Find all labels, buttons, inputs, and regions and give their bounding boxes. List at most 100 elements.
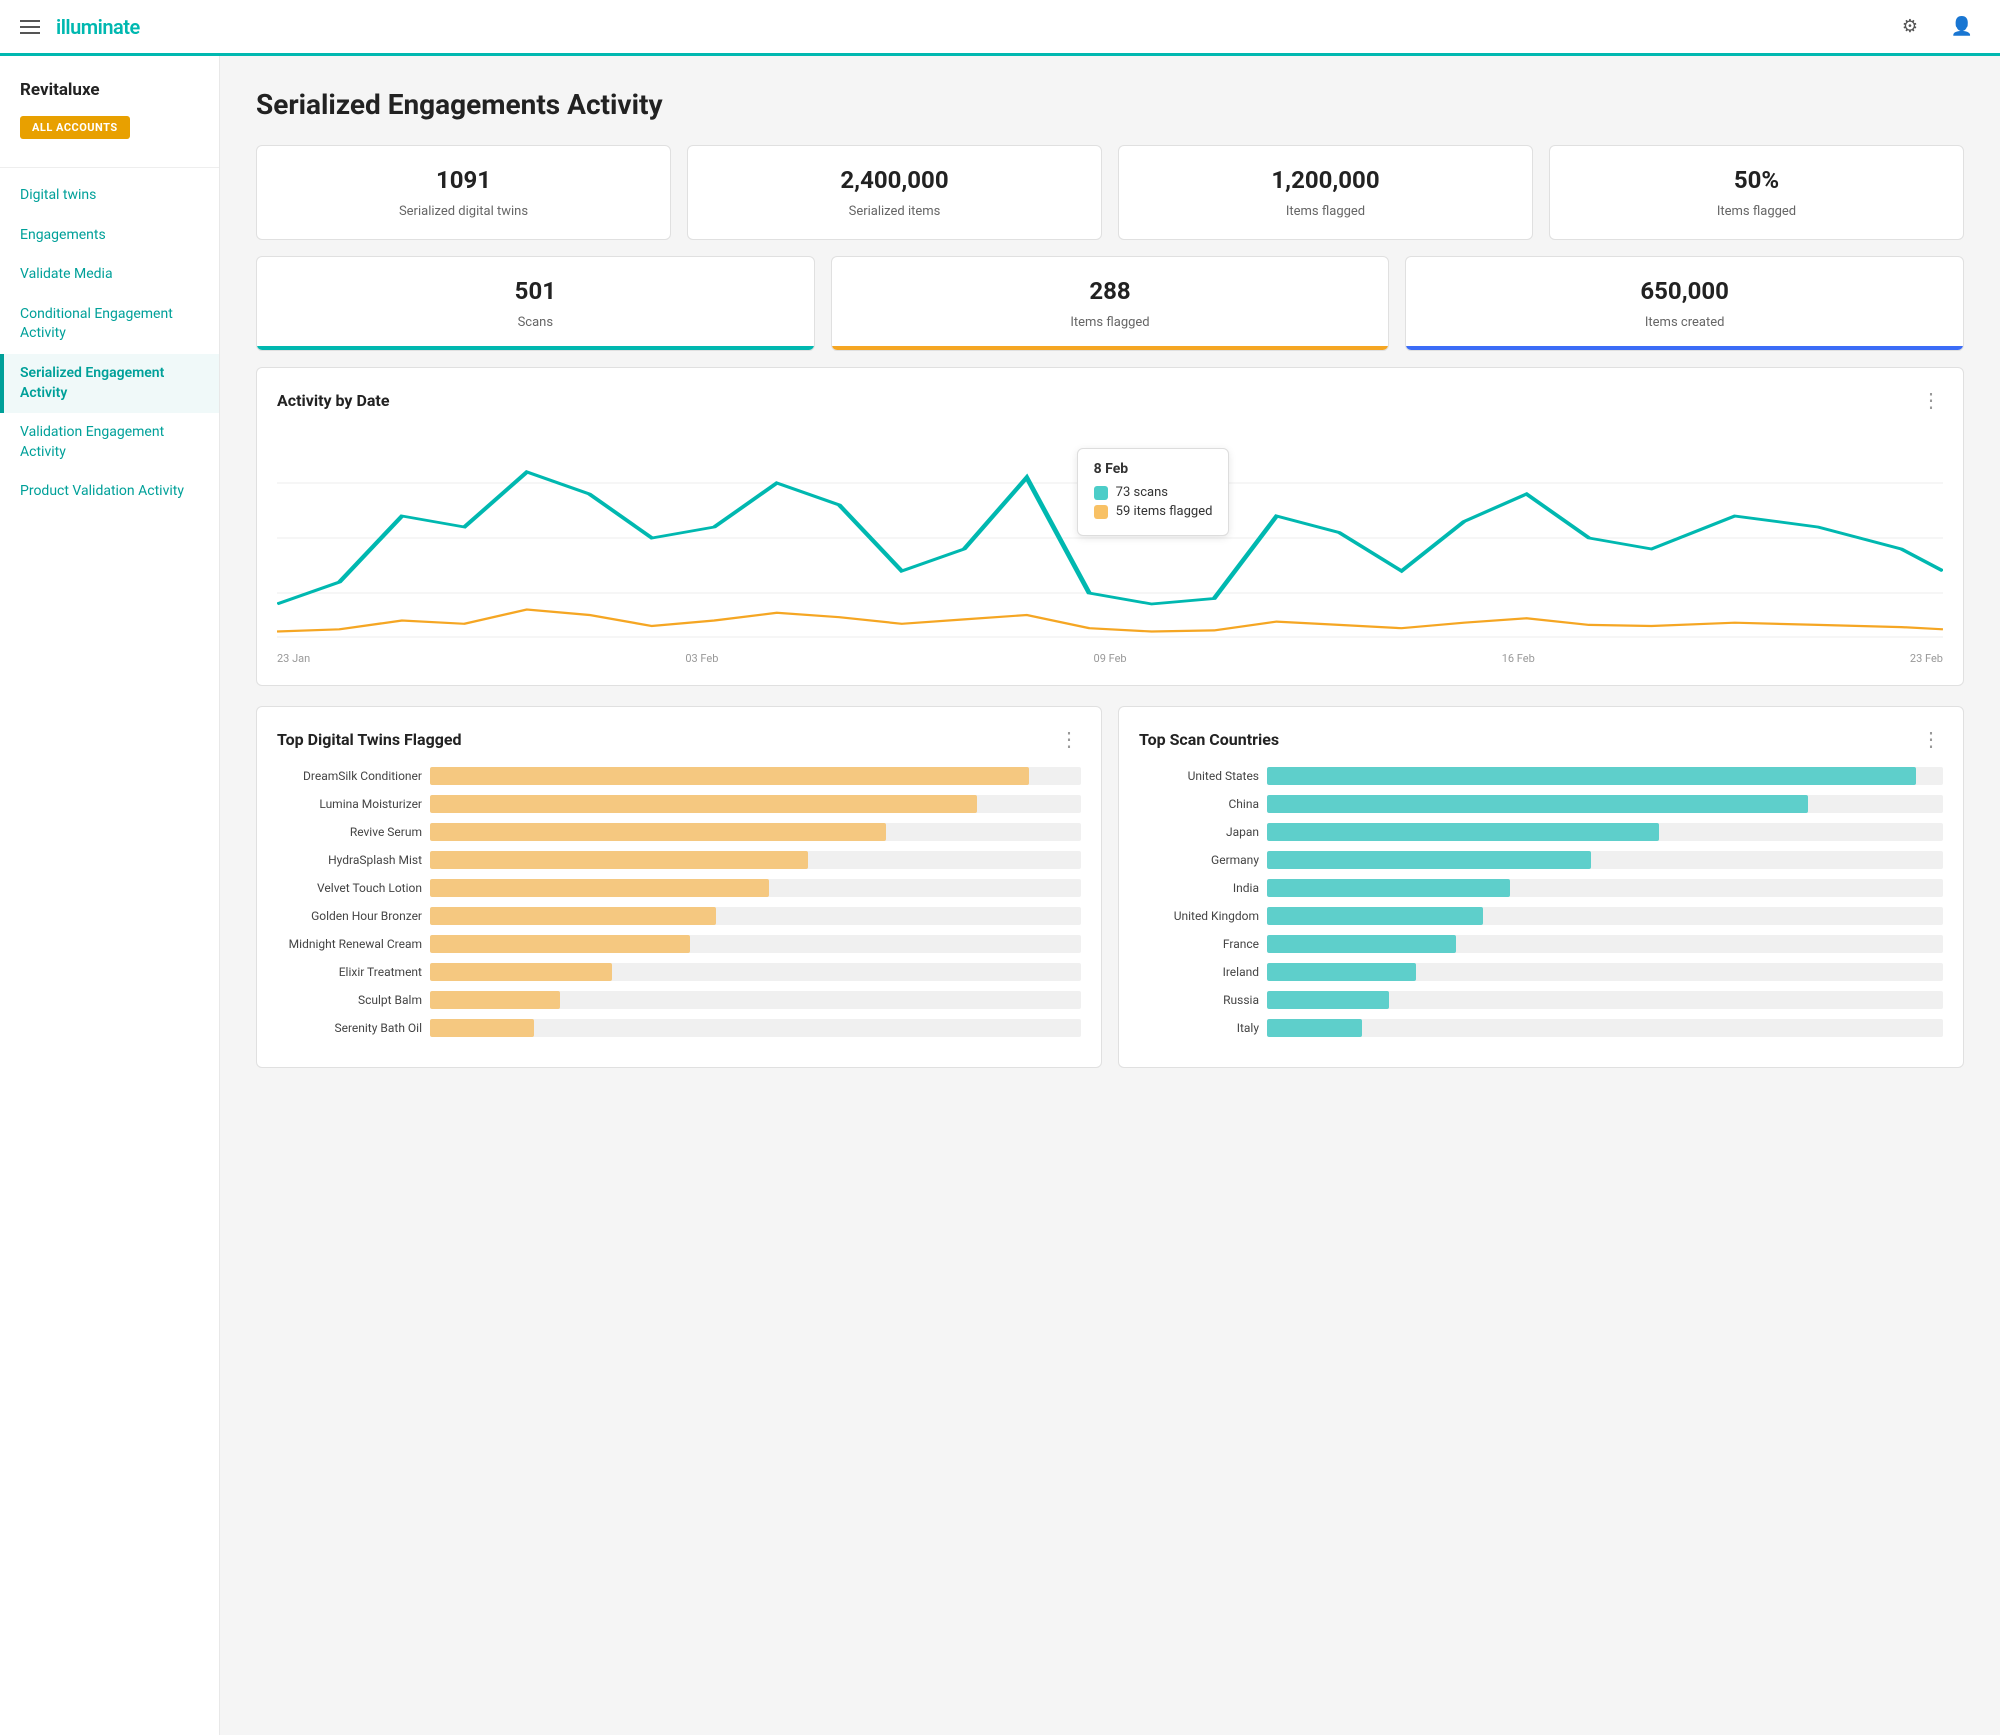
twins-bar-item: HydraSplash Mist (277, 851, 1081, 869)
countries-bar-item: Ireland (1139, 963, 1943, 981)
stat-items-flagged-1: 1,200,000 Items flagged (1118, 145, 1533, 240)
countries-bar-track (1267, 795, 1943, 813)
stat-items-flagged-2: 288 Items flagged (831, 256, 1390, 351)
countries-bar-fill (1267, 935, 1456, 953)
twins-bar-label: Golden Hour Bronzer (277, 909, 422, 923)
countries-bar-label: France (1139, 937, 1259, 951)
sidebar-link-product-validation[interactable]: Product Validation Activity (0, 472, 219, 512)
countries-bar-item: United Kingdom (1139, 907, 1943, 925)
sidebar-item-validate-media[interactable]: Validate Media (0, 255, 219, 295)
user-icon[interactable]: 👤 (1944, 9, 1980, 45)
countries-bar-track (1267, 851, 1943, 869)
sidebar-link-validation-engagement[interactable]: Validation Engagement Activity (0, 413, 219, 472)
sidebar-item-digital-twins[interactable]: Digital twins (0, 176, 219, 216)
stat-items-flagged-pct: 50% Items flagged (1549, 145, 1964, 240)
stat-label-scans: Scans (518, 315, 553, 330)
twins-chart-header: Top Digital Twins Flagged ⋮ (277, 727, 1081, 751)
countries-menu-icon[interactable]: ⋮ (1921, 727, 1943, 751)
stat-value-digital-twins: 1091 (277, 166, 650, 194)
countries-bar-label: India (1139, 881, 1259, 895)
twins-bar-fill (430, 907, 716, 925)
twins-bar-item: Midnight Renewal Cream (277, 935, 1081, 953)
countries-bar-fill (1267, 851, 1591, 869)
sidebar-item-conditional-engagement[interactable]: Conditional Engagement Activity (0, 295, 219, 354)
sidebar-link-validate-media[interactable]: Validate Media (0, 255, 219, 295)
stat-items-created: 650,000 Items created (1405, 256, 1964, 351)
created-bar-indicator (1406, 346, 1963, 350)
bottom-row: Top Digital Twins Flagged ⋮ DreamSilk Co… (256, 706, 1964, 1068)
twins-bar-label: Serenity Bath Oil (277, 1021, 422, 1035)
twins-bar-track (430, 991, 1081, 1009)
twins-bar-track (430, 851, 1081, 869)
twins-bar-track (430, 963, 1081, 981)
sidebar-item-serialized-engagement[interactable]: Serialized Engagement Activity (0, 354, 219, 413)
twins-bar-label: Midnight Renewal Cream (277, 937, 422, 951)
countries-bar-fill (1267, 907, 1483, 925)
settings-icon[interactable]: ⚙ (1892, 9, 1928, 45)
countries-bar-label: Russia (1139, 993, 1259, 1007)
stat-label-items-flagged-pct: Items flagged (1717, 204, 1796, 219)
sidebar-item-engagements[interactable]: Engagements (0, 216, 219, 256)
twins-bar-track (430, 767, 1081, 785)
countries-bar-item: China (1139, 795, 1943, 813)
x-label-3: 09 Feb (1094, 652, 1127, 665)
top-twins-card: Top Digital Twins Flagged ⋮ DreamSilk Co… (256, 706, 1102, 1068)
stat-value-items-flagged-pct: 50% (1570, 166, 1943, 194)
twins-bar-label: Velvet Touch Lotion (277, 881, 422, 895)
sidebar-link-serialized-engagement[interactable]: Serialized Engagement Activity (4, 354, 219, 413)
stat-scans: 501 Scans (256, 256, 815, 351)
twins-bar-item: Golden Hour Bronzer (277, 907, 1081, 925)
page-title: Serialized Engagements Activity (256, 88, 1964, 121)
twins-bar-item: Lumina Moisturizer (277, 795, 1081, 813)
twins-menu-icon[interactable]: ⋮ (1059, 727, 1081, 751)
twins-bar-item: Elixir Treatment (277, 963, 1081, 981)
countries-chart-header: Top Scan Countries ⋮ (1139, 727, 1943, 751)
app-logo: illuminate (56, 15, 140, 39)
main-content: Serialized Engagements Activity 1091 Ser… (220, 56, 2000, 1735)
twins-bar-track (430, 1019, 1081, 1037)
twins-bar-fill (430, 879, 769, 897)
countries-bar-item: Germany (1139, 851, 1943, 869)
all-accounts-button[interactable]: ALL ACCOUNTS (20, 116, 130, 139)
sidebar-item-product-validation[interactable]: Product Validation Activity (0, 472, 219, 512)
stat-value-items-flagged-1: 1,200,000 (1139, 166, 1512, 194)
twins-bar-label: HydraSplash Mist (277, 853, 422, 867)
sidebar-link-conditional-engagement[interactable]: Conditional Engagement Activity (0, 295, 219, 354)
countries-bar-label: United States (1139, 769, 1259, 783)
countries-bar-label: Japan (1139, 825, 1259, 839)
hamburger-menu[interactable] (20, 20, 40, 34)
twins-bar-fill (430, 767, 1029, 785)
stat-value-serialized-items: 2,400,000 (708, 166, 1081, 194)
countries-bar-label: United Kingdom (1139, 909, 1259, 923)
countries-bar-label: Ireland (1139, 965, 1259, 979)
stat-label-digital-twins: Serialized digital twins (399, 204, 528, 219)
activity-chart-card: Activity by Date ⋮ 8 Feb (256, 367, 1964, 686)
twins-bar-fill (430, 991, 560, 1009)
twins-bar-track (430, 907, 1081, 925)
x-label-4: 16 Feb (1502, 652, 1535, 665)
countries-bar-fill (1267, 991, 1389, 1009)
stats-row-1: 1091 Serialized digital twins 2,400,000 … (256, 145, 1964, 240)
stat-label-items-created: Items created (1645, 315, 1725, 330)
countries-bar-fill (1267, 767, 1916, 785)
twins-bar-fill (430, 823, 886, 841)
countries-bar-track (1267, 879, 1943, 897)
stat-label-items-flagged-1: Items flagged (1286, 204, 1365, 219)
header: illuminate ⚙ 👤 (0, 0, 2000, 56)
twins-bar-label: Revive Serum (277, 825, 422, 839)
twins-bar-fill (430, 935, 690, 953)
chart-menu-icon[interactable]: ⋮ (1921, 388, 1943, 412)
twins-bar-track (430, 795, 1081, 813)
sidebar-link-digital-twins[interactable]: Digital twins (0, 176, 219, 216)
stats-row-2: 501 Scans 288 Items flagged 650,000 Item… (256, 256, 1964, 351)
countries-bar-item: United States (1139, 767, 1943, 785)
countries-bar-track (1267, 991, 1943, 1009)
sidebar-brand: Revitaluxe (0, 80, 219, 116)
twins-bar-list: DreamSilk Conditioner Lumina Moisturizer… (277, 767, 1081, 1037)
countries-bar-label: Germany (1139, 853, 1259, 867)
stat-serialized-digital-twins: 1091 Serialized digital twins (256, 145, 671, 240)
countries-bar-item: France (1139, 935, 1943, 953)
sidebar-link-engagements[interactable]: Engagements (0, 216, 219, 256)
sidebar-item-validation-engagement[interactable]: Validation Engagement Activity (0, 413, 219, 472)
twins-bar-item: DreamSilk Conditioner (277, 767, 1081, 785)
